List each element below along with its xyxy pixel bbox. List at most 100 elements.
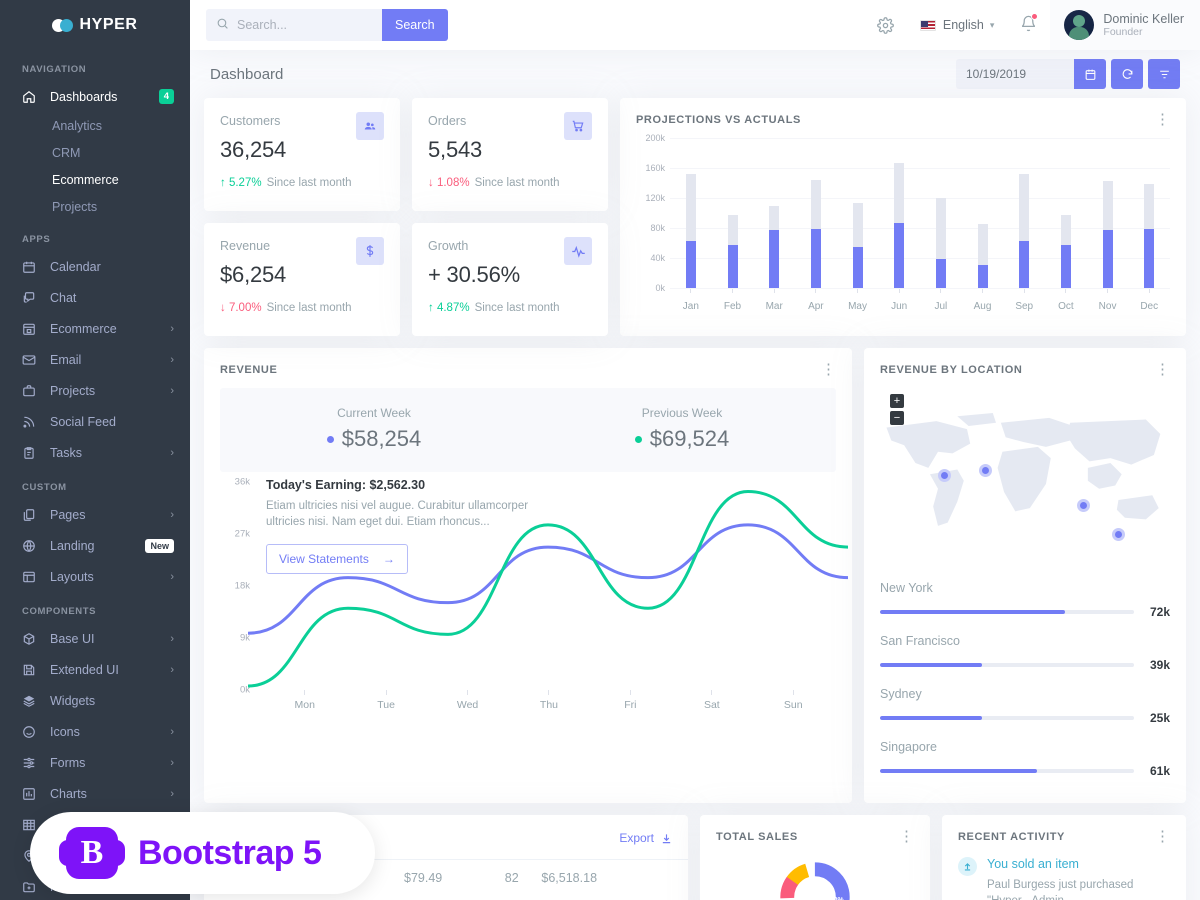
location-value: 61k <box>1144 764 1170 778</box>
bar-group[interactable] <box>1045 138 1087 288</box>
sidebar-item-landing[interactable]: Landing New <box>0 530 190 561</box>
bar-x-tick-label: Jan <box>670 301 712 312</box>
san-francisco-pin[interactable] <box>938 469 951 482</box>
world-map[interactable]: + − <box>880 390 1170 565</box>
sidebar-item-ecommerce[interactable]: Ecommerce › <box>0 313 190 344</box>
stat-card-growth[interactable]: Growth + 30.56% ↑ 4.87% Since last month <box>412 223 608 336</box>
sidebar-item-projects[interactable]: Projects › <box>0 375 190 406</box>
actual-bar <box>769 230 779 289</box>
bar-group[interactable] <box>753 138 795 288</box>
sidebar-item-icons[interactable]: Icons › <box>0 716 190 747</box>
sidebar-item-extended-ui[interactable]: Extended UI › <box>0 654 190 685</box>
projection-bar <box>978 224 988 265</box>
sidebar-item-crm[interactable]: CRM <box>0 139 190 166</box>
revenue-menu-button[interactable]: ⋮ <box>821 365 836 375</box>
page-header: Dashboard 10/19/2019 <box>204 50 1186 98</box>
sidebar-item-calendar[interactable]: Calendar <box>0 251 190 282</box>
sidebar-item-chat[interactable]: Chat <box>0 282 190 313</box>
actual-bar <box>978 265 988 288</box>
sidebar-item-base-ui[interactable]: Base UI › <box>0 623 190 654</box>
sidebar-item-ecommerce-dash[interactable]: Ecommerce <box>0 166 190 193</box>
revenue-line-chart: 0k9k18k27k36k Today's Earning: $2,562.30… <box>204 472 852 715</box>
language-selector[interactable]: English ▾ <box>907 0 1008 50</box>
form-icon <box>22 756 40 770</box>
sidebar-item-label: Projects <box>50 384 170 398</box>
zoom-out-button[interactable]: − <box>890 411 904 425</box>
sidebar-item-widgets[interactable]: Widgets <box>0 685 190 716</box>
brand-logo[interactable]: HYPER <box>0 0 190 50</box>
sidebar-item-charts[interactable]: Charts › <box>0 778 190 809</box>
activity-menu-button[interactable]: ⋮ <box>1155 832 1170 842</box>
app-root: HYPER NAVIGATION Dashboards 4 Analytics … <box>0 0 1200 900</box>
bar-group[interactable] <box>1087 138 1129 288</box>
total-sales-menu-button[interactable]: ⋮ <box>899 832 914 842</box>
chevron-down-icon: ▾ <box>990 20 995 31</box>
nav-section-custom: CUSTOM <box>0 468 190 499</box>
calendar-button[interactable] <box>1074 59 1106 89</box>
bar-y-axis: 0k40k80k120k160k200k <box>636 138 670 288</box>
line-y-tick: 9k <box>240 633 250 644</box>
sidebar-item-projects-dash[interactable]: Projects <box>0 193 190 220</box>
stat-card-revenue[interactable]: Revenue $6,254 ↓ 7.00% Since last month <box>204 223 400 336</box>
bootstrap-promo-badge[interactable]: B Bootstrap 5 <box>30 812 375 894</box>
bar-x-tick-label: Sep <box>1003 301 1045 312</box>
singapore-pin[interactable] <box>1077 499 1090 512</box>
brand-mark-icon <box>52 19 73 32</box>
sidebar-item-layouts[interactable]: Layouts › <box>0 561 190 592</box>
bar-group[interactable] <box>920 138 962 288</box>
refresh-button[interactable] <box>1111 59 1143 89</box>
sidebar-item-email[interactable]: Email › <box>0 344 190 375</box>
settings-button[interactable] <box>864 0 907 50</box>
sidebar-item-analytics[interactable]: Analytics <box>0 112 190 139</box>
smile-icon <box>22 725 40 739</box>
chevron-right-icon: › <box>170 788 174 800</box>
topbar: Search English ▾ <box>190 0 1200 50</box>
stat-card-orders[interactable]: Orders 5,543 ↓ 1.08% Since last month <box>412 98 608 211</box>
line-y-tick: 18k <box>235 581 250 592</box>
sidebar-item-dashboards[interactable]: Dashboards 4 <box>0 81 190 112</box>
bar-x-tick-label: Mar <box>753 301 795 312</box>
chevron-right-icon: › <box>170 757 174 769</box>
calendar-icon <box>1084 68 1097 81</box>
sidebar-item-social-feed[interactable]: Social Feed <box>0 406 190 437</box>
stat-card-customers[interactable]: Customers 36,254 ↑ 5.27% Since last mont… <box>204 98 400 211</box>
user-menu[interactable]: Dominic Keller Founder <box>1050 0 1200 50</box>
bar-group[interactable] <box>795 138 837 288</box>
globe-icon <box>22 539 40 553</box>
bar-x-tick-label: Aug <box>962 301 1004 312</box>
line-x-tick-label: Tue <box>345 699 426 711</box>
bar-group[interactable] <box>837 138 879 288</box>
date-range-input[interactable]: 10/19/2019 <box>956 59 1074 89</box>
search-input[interactable] <box>237 18 367 32</box>
stat-value: 5,543 <box>428 137 592 163</box>
search-box[interactable] <box>206 9 382 41</box>
list-item[interactable]: You sold an item Paul Burgess just purch… <box>958 857 1170 900</box>
filter-button[interactable] <box>1148 59 1180 89</box>
bar-group[interactable] <box>962 138 1004 288</box>
search-button[interactable]: Search <box>382 9 448 41</box>
stat-value: $6,254 <box>220 262 384 288</box>
new-york-pin[interactable] <box>979 464 992 477</box>
sidebar-item-forms[interactable]: Forms › <box>0 747 190 778</box>
bar-group[interactable] <box>878 138 920 288</box>
export-button[interactable]: Export <box>619 831 672 845</box>
view-statements-button[interactable]: View Statements → <box>266 544 408 574</box>
projections-menu-button[interactable]: ⋮ <box>1155 115 1170 125</box>
sidebar-item-pages[interactable]: Pages › <box>0 499 190 530</box>
bar-group[interactable] <box>670 138 712 288</box>
donut-label-affiliate: 10.8% <box>805 880 825 887</box>
actual-bar <box>811 229 821 288</box>
zoom-in-button[interactable]: + <box>890 394 904 408</box>
bar-group[interactable] <box>712 138 754 288</box>
sidebar-item-tasks[interactable]: Tasks › <box>0 437 190 468</box>
user-role: Founder <box>1103 26 1184 39</box>
stat-delta: ↑ 5.27% <box>220 177 262 189</box>
bar-group[interactable] <box>1003 138 1045 288</box>
actual-bar <box>728 245 738 288</box>
cart-icon <box>564 112 592 140</box>
pulse-icon <box>564 237 592 265</box>
notifications-button[interactable] <box>1007 0 1050 50</box>
line-x-ticks <box>264 690 834 695</box>
bar-group[interactable] <box>1128 138 1170 288</box>
location-menu-button[interactable]: ⋮ <box>1155 365 1170 375</box>
